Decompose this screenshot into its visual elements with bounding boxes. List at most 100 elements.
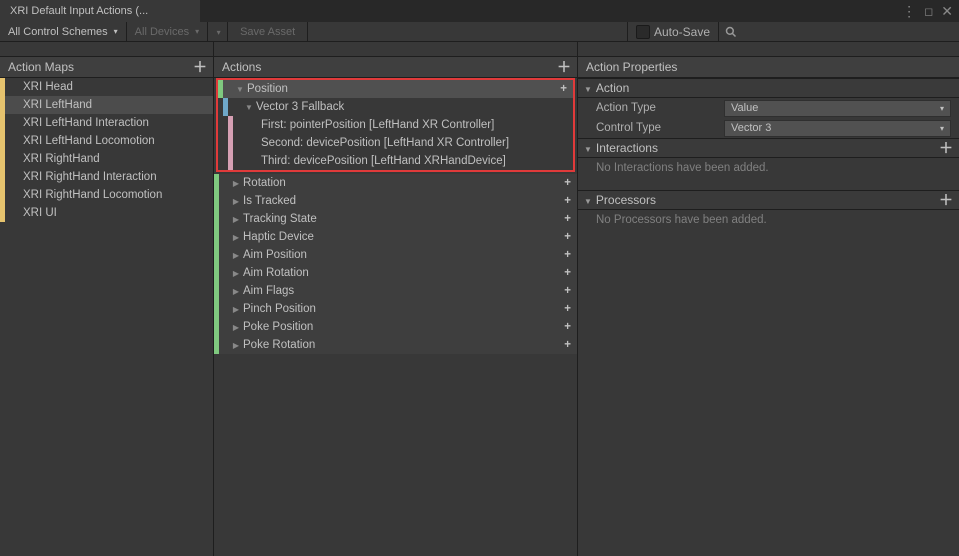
action-map-item[interactable]: XRI Head: [0, 78, 213, 96]
action-marker: [214, 210, 219, 228]
add-action-button[interactable]: ＋: [557, 60, 571, 74]
action-map-item[interactable]: XRI RightHand Interaction: [0, 168, 213, 186]
action-label: Pinch Position: [243, 303, 564, 315]
add-binding-button[interactable]: +: [564, 213, 577, 225]
search-input[interactable]: [719, 22, 959, 41]
chevron-icon[interactable]: [229, 323, 243, 332]
auto-save-toggle[interactable]: Auto-Save: [628, 22, 719, 41]
chevron-icon[interactable]: [229, 233, 243, 242]
action-label: Aim Flags: [243, 285, 564, 297]
action-marker: [214, 336, 219, 354]
chevron-icon[interactable]: [229, 251, 243, 260]
binding-row[interactable]: Third: devicePosition [LeftHand XRHandDe…: [218, 152, 573, 170]
add-action-map-button[interactable]: ＋: [193, 60, 207, 74]
add-binding-button[interactable]: +: [564, 249, 577, 261]
binding-row[interactable]: Second: devicePosition [LeftHand XR Cont…: [218, 134, 573, 152]
add-binding-button[interactable]: +: [560, 83, 573, 95]
add-binding-button[interactable]: +: [564, 303, 577, 315]
action-map-item[interactable]: XRI UI: [0, 204, 213, 222]
add-binding-button[interactable]: +: [564, 231, 577, 243]
binding-label: Third: devicePosition [LeftHand XRHandDe…: [261, 155, 573, 167]
binding-marker: [228, 152, 233, 170]
interactions-section[interactable]: ▼Interactions ＋: [578, 138, 959, 158]
action-row[interactable]: Position+: [218, 80, 573, 98]
action-type-select[interactable]: Value▾: [724, 100, 951, 117]
action-map-label: XRI RightHand Interaction: [5, 171, 213, 183]
action-map-label: XRI RightHand Locomotion: [5, 189, 213, 201]
chevron-icon[interactable]: [229, 215, 243, 224]
action-marker: [214, 264, 219, 282]
action-marker: [214, 300, 219, 318]
action-map-item[interactable]: XRI RightHand: [0, 150, 213, 168]
action-row[interactable]: Rotation+: [214, 174, 577, 192]
chevron-icon[interactable]: [229, 269, 243, 278]
action-row[interactable]: Poke Position+: [214, 318, 577, 336]
action-map-label: XRI LeftHand: [5, 99, 213, 111]
action-row[interactable]: Poke Rotation+: [214, 336, 577, 354]
action-map-label: XRI LeftHand Locomotion: [5, 135, 213, 147]
action-label: Rotation: [243, 177, 564, 189]
interactions-empty: No Interactions have been added.: [578, 158, 959, 178]
action-map-item[interactable]: XRI LeftHand Interaction: [0, 114, 213, 132]
chevron-icon[interactable]: [242, 103, 256, 112]
chevron-icon[interactable]: [229, 197, 243, 206]
add-binding-button[interactable]: +: [564, 321, 577, 333]
action-type-label: Action Type: [596, 102, 716, 114]
action-label: Poke Position: [243, 321, 564, 333]
binding-marker: [228, 116, 233, 134]
devices-dropdown[interactable]: All Devices: [127, 22, 208, 41]
binding-label: First: pointerPosition [LeftHand XR Cont…: [261, 119, 573, 131]
action-row[interactable]: Aim Position+: [214, 246, 577, 264]
save-asset-button[interactable]: Save Asset: [228, 22, 308, 41]
action-marker: [214, 228, 219, 246]
binding-label: Second: devicePosition [LeftHand XR Cont…: [261, 137, 573, 149]
action-map-label: XRI RightHand: [5, 153, 213, 165]
action-maps-header: Action Maps ＋: [0, 56, 213, 78]
add-binding-button[interactable]: +: [564, 285, 577, 297]
chevron-icon[interactable]: [229, 179, 243, 188]
action-marker: [214, 246, 219, 264]
add-binding-button[interactable]: +: [564, 267, 577, 279]
action-map-label: XRI UI: [5, 207, 213, 219]
action-marker: [214, 282, 219, 300]
chevron-icon[interactable]: [229, 305, 243, 314]
chevron-icon[interactable]: [229, 341, 243, 350]
action-map-item[interactable]: XRI RightHand Locomotion: [0, 186, 213, 204]
add-binding-button[interactable]: +: [564, 195, 577, 207]
arrow-dropdown[interactable]: [208, 22, 228, 41]
maximize-icon[interactable]: ◻: [924, 5, 933, 18]
action-row[interactable]: Is Tracked+: [214, 192, 577, 210]
binding-row[interactable]: First: pointerPosition [LeftHand XR Cont…: [218, 116, 573, 134]
composite-marker: [223, 98, 228, 116]
action-map-item[interactable]: XRI LeftHand Locomotion: [0, 132, 213, 150]
auto-save-checkbox[interactable]: [636, 25, 650, 39]
action-row[interactable]: Tracking State+: [214, 210, 577, 228]
window-tab[interactable]: XRI Default Input Actions (...: [0, 0, 200, 22]
tab-title: XRI Default Input Actions (...: [10, 5, 148, 17]
add-binding-button[interactable]: +: [564, 339, 577, 351]
highlight-box: Position+Vector 3 FallbackFirst: pointer…: [216, 78, 575, 172]
action-row[interactable]: Pinch Position+: [214, 300, 577, 318]
action-label: Tracking State: [243, 213, 564, 225]
add-interaction-button[interactable]: ＋: [939, 141, 953, 155]
add-binding-button[interactable]: +: [564, 177, 577, 189]
action-row[interactable]: Aim Rotation+: [214, 264, 577, 282]
close-icon[interactable]: ✕: [941, 3, 953, 20]
add-processor-button[interactable]: ＋: [939, 193, 953, 207]
processors-section[interactable]: ▼Processors ＋: [578, 190, 959, 210]
chevron-icon[interactable]: [233, 85, 247, 94]
action-section[interactable]: ▼Action: [578, 78, 959, 98]
action-map-item[interactable]: XRI LeftHand: [0, 96, 213, 114]
chevron-icon[interactable]: [229, 287, 243, 296]
control-type-label: Control Type: [596, 122, 716, 134]
composite-row[interactable]: Vector 3 Fallback: [218, 98, 573, 116]
menu-icon[interactable]: ⋮: [902, 3, 916, 20]
action-row[interactable]: Aim Flags+: [214, 282, 577, 300]
action-row[interactable]: Haptic Device+: [214, 228, 577, 246]
action-map-label: XRI LeftHand Interaction: [5, 117, 213, 129]
action-label: Position: [247, 83, 560, 95]
control-type-select[interactable]: Vector 3▾: [724, 120, 951, 137]
processors-empty: No Processors have been added.: [578, 210, 959, 230]
binding-marker: [228, 134, 233, 152]
control-schemes-dropdown[interactable]: All Control Schemes: [0, 22, 127, 41]
